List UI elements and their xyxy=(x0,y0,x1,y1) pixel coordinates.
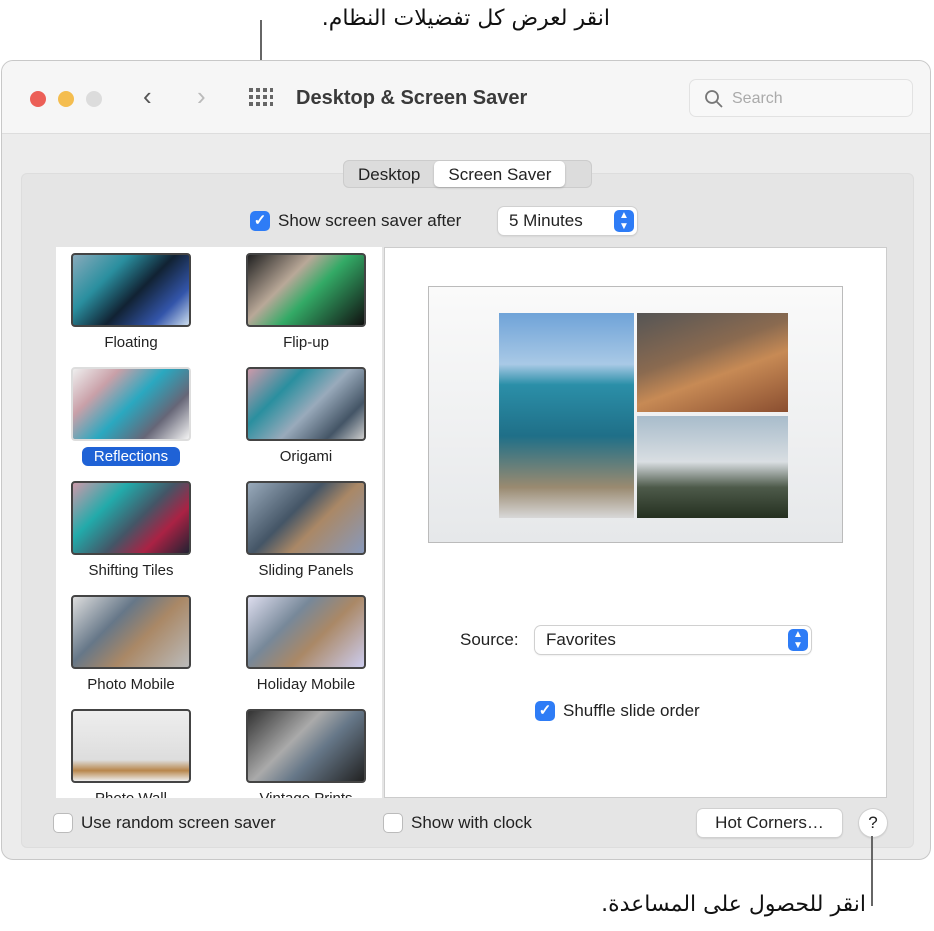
screen-saver-thumbnail[interactable] xyxy=(71,595,191,669)
show-with-clock-checkbox[interactable] xyxy=(383,813,403,833)
screen-saver-label[interactable]: Flip-up xyxy=(226,334,382,351)
screen-saver-thumbnail[interactable] xyxy=(71,709,191,783)
screen-saver-label[interactable]: Origami xyxy=(226,448,382,465)
screen-saver-label[interactable]: Photo Mobile xyxy=(56,676,211,693)
screen-saver-thumbnail[interactable] xyxy=(246,253,366,327)
screen-saver-name: Floating xyxy=(104,334,158,351)
random-screen-saver-checkbox[interactable] xyxy=(53,813,73,833)
screen-saver-label[interactable]: Photo Wall xyxy=(56,790,211,798)
source-value: Favorites xyxy=(546,630,616,649)
tab-desktop[interactable]: Desktop xyxy=(344,161,434,187)
preview-photo-coast xyxy=(499,313,634,518)
callout-help: انقر للحصول على المساعدة. xyxy=(601,892,866,917)
window-title: Desktop & Screen Saver xyxy=(296,87,528,109)
screen-saver-thumbnail[interactable] xyxy=(246,709,366,783)
screen-saver-label[interactable]: Vintage Prints xyxy=(226,790,382,798)
screen-saver-thumbnail[interactable] xyxy=(71,367,191,441)
screen-saver-name: Photo Wall xyxy=(95,790,167,798)
source-label: Source: xyxy=(460,630,519,649)
preferences-window: ‹ › Desktop & Screen Saver Search Deskto… xyxy=(1,60,931,860)
preview-pane: Source: Favorites ▲ ▼ ✓ Shuffle slide ord… xyxy=(384,247,887,798)
screen-saver-name: Origami xyxy=(279,448,333,465)
screen-saver-name: Vintage Prints xyxy=(259,790,352,798)
show-all-grid-icon[interactable] xyxy=(249,88,273,108)
show-after-checkbox[interactable]: ✓ xyxy=(250,211,270,231)
screen-saver-name: Sliding Panels xyxy=(258,562,354,579)
shuffle-checkbox[interactable]: ✓ xyxy=(535,701,555,721)
search-input[interactable]: Search xyxy=(689,79,913,117)
show-after-value: 5 Minutes xyxy=(509,211,583,230)
screen-saver-label[interactable]: Sliding Panels xyxy=(226,562,382,579)
screen-saver-name: Flip-up xyxy=(283,334,329,351)
help-button[interactable]: ? xyxy=(859,809,887,837)
hot-corners-button[interactable]: Hot Corners… xyxy=(697,809,842,837)
screen-saver-label[interactable]: Reflections xyxy=(56,447,211,466)
tab-screen-saver[interactable]: Screen Saver xyxy=(434,161,566,187)
preview-photo-fog xyxy=(637,416,788,518)
screen-saver-label[interactable]: Shifting Tiles xyxy=(56,562,211,579)
screen-saver-thumbnail[interactable] xyxy=(246,367,366,441)
screen-saver-thumbnail[interactable] xyxy=(71,481,191,555)
updown-icon: ▲ ▼ xyxy=(614,210,634,232)
shuffle-label: Shuffle slide order xyxy=(563,701,700,720)
show-after-label: Show screen saver after xyxy=(278,211,462,230)
screen-saver-thumbnail[interactable] xyxy=(246,481,366,555)
screen-saver-name: Shifting Tiles xyxy=(88,562,174,579)
callout-system-preferences: انقر لعرض كل تفضيلات النظام. xyxy=(321,6,610,31)
random-screen-saver-label: Use random screen saver xyxy=(81,813,276,832)
screen-saver-name: Reflections xyxy=(81,447,181,466)
minimize-button[interactable] xyxy=(58,91,74,107)
screen-saver-name: Photo Mobile xyxy=(87,676,175,693)
screen-saver-label[interactable]: Floating xyxy=(56,334,211,351)
preview-photo-canyon xyxy=(637,313,788,412)
back-chevron-icon[interactable]: ‹ xyxy=(143,81,152,112)
search-icon xyxy=(705,90,723,108)
screen-saver-label[interactable]: Holiday Mobile xyxy=(226,676,382,693)
screen-saver-list[interactable]: Floating Flip-up Reflections Origami Shiftin… xyxy=(56,247,382,798)
search-placeholder: Search xyxy=(732,90,783,107)
show-with-clock-label: Show with clock xyxy=(411,813,532,832)
tab-bar: Desktop Screen Saver xyxy=(343,160,592,188)
show-after-popup[interactable]: 5 Minutes ▲ ▼ xyxy=(498,207,637,235)
updown-icon: ▲ ▼ xyxy=(788,629,808,651)
preview-image xyxy=(428,286,843,543)
screen-saver-thumbnail[interactable] xyxy=(71,253,191,327)
title-bar: ‹ › Desktop & Screen Saver Search xyxy=(2,61,930,134)
screen-saver-name: Holiday Mobile xyxy=(256,676,356,693)
screen-saver-thumbnail[interactable] xyxy=(246,595,366,669)
forward-chevron-icon[interactable]: › xyxy=(197,81,206,112)
close-button[interactable] xyxy=(30,91,46,107)
source-popup[interactable]: Favorites ▲ ▼ xyxy=(535,626,811,654)
zoom-button[interactable] xyxy=(86,91,102,107)
callout-line xyxy=(871,836,873,906)
